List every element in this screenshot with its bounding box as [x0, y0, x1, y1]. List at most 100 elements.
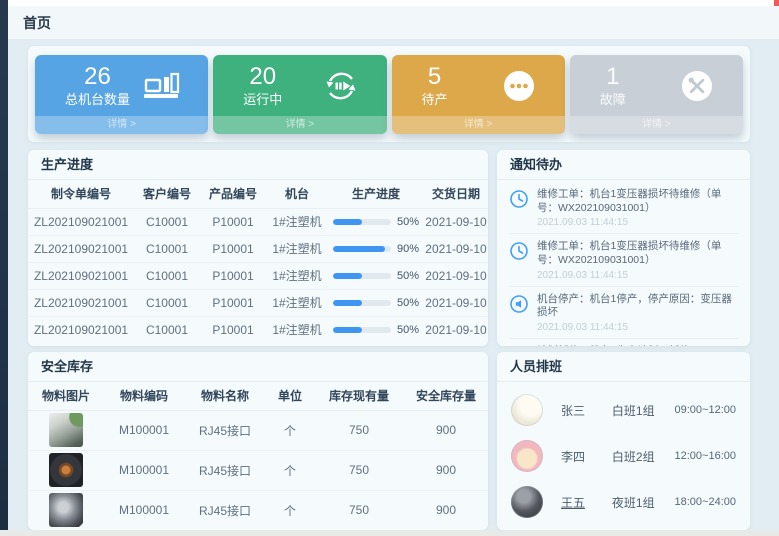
cell-due-date: 2021-09-10: [424, 208, 488, 235]
cell-material-name: RJ45接口: [184, 450, 266, 490]
card-detail-link[interactable]: 详情 >: [213, 116, 386, 134]
material-image-speaker: [49, 453, 83, 487]
safety-stock-panel: 安全库存 物料图片 物料编码 物料名称 单位 库存现有量 安全库存量 M1000…: [28, 352, 488, 530]
column-header: 库存现有量: [314, 382, 404, 410]
tools-icon: [677, 69, 717, 103]
progress-track: [333, 300, 391, 306]
cell-stock-qty: 750: [314, 450, 404, 490]
column-header: 物料图片: [28, 382, 104, 410]
table-header-row: 制令单编号 客户编号 产品编号 机台 生产进度 交货日期: [28, 180, 488, 208]
avatar: [511, 440, 543, 472]
card-running[interactable]: 20 运行中 详情 >: [213, 55, 386, 134]
notification-item[interactable]: 计划暂停：机台1生产计划已暂停 2021.09.03 11:44:15: [509, 339, 738, 346]
progress-bar: [333, 327, 362, 333]
cell-machine: 1#注塑机: [266, 262, 328, 289]
column-header: 客户编号: [134, 180, 200, 208]
cell-machine: 1#注塑机: [266, 289, 328, 316]
card-label: 待产: [422, 91, 448, 109]
card-pending[interactable]: 5 待产 详情 >: [392, 55, 565, 134]
notification-time: 2021.09.03 11:44:15: [537, 217, 738, 228]
card-total-machines[interactable]: 26 总机台数量 详情 >: [35, 55, 208, 134]
progress-track: [333, 327, 391, 333]
panel-title: 通知待办: [497, 150, 750, 180]
material-image-speaker: [49, 493, 83, 527]
column-header: 产品编号: [200, 180, 266, 208]
card-detail-link[interactable]: 详情 >: [570, 116, 743, 134]
panel-title: 安全库存: [28, 352, 488, 382]
personnel-schedule-panel: 人员排班 张三 白班1组 09:00~12:00 李四 白班2组 12:00~1…: [497, 352, 750, 530]
card-detail-link[interactable]: 详情 >: [392, 116, 565, 134]
material-image-rj45: [49, 413, 83, 447]
card-fault[interactable]: 1 故障 详情 >: [570, 55, 743, 134]
card-value: 5: [422, 63, 448, 91]
stat-cards-panel: 26 总机台数量 详情 > 20 运行中: [28, 46, 750, 142]
cell-unit: 个: [266, 410, 314, 450]
column-header: 交货日期: [424, 180, 488, 208]
table-row: ZL202109021001 C10001 P10001 1#注塑机 50% 2…: [28, 289, 488, 316]
cell-order-no: ZL202109021001: [28, 262, 134, 289]
header-bar: 首页: [8, 6, 779, 40]
cell-product: P10001: [200, 235, 266, 262]
progress-bar: [333, 273, 362, 279]
person-name: 张三: [561, 402, 612, 419]
notification-item[interactable]: 机台停产：机台1停产，停产原因：变压器损坏 2021.09.03 11:44:1…: [509, 287, 738, 339]
cell-product: P10001: [200, 262, 266, 289]
card-value: 26: [65, 63, 130, 91]
shift-time: 09:00~12:00: [675, 404, 736, 416]
speaker-icon: [509, 345, 529, 346]
cell-due-date: 2021-09-10: [424, 235, 488, 262]
progress-label: 50%: [397, 297, 419, 309]
shift-label: 白班2组: [612, 448, 675, 465]
cell-machine: 1#注塑机: [266, 235, 328, 262]
cell-safety-qty: 900: [404, 410, 488, 450]
table-row: M100001 RJ45接口 个 750 900: [28, 490, 488, 530]
person-name: 李四: [561, 448, 612, 465]
cell-unit: 个: [266, 450, 314, 490]
clock-icon: [509, 188, 529, 228]
progress-label: 90%: [397, 243, 419, 255]
cell-customer: C10001: [134, 208, 200, 235]
table-row: ZL202109021001 C10001 P10001 1#注塑机 50% 2…: [28, 208, 488, 235]
card-label: 总机台数量: [65, 91, 130, 109]
table-header-row: 物料图片 物料编码 物料名称 单位 库存现有量 安全库存量: [28, 382, 488, 410]
notification-time: 2021.09.03 11:44:15: [537, 322, 738, 333]
schedule-row: 王五 夜班1组 18:00~24:00: [511, 479, 736, 525]
card-value: 1: [600, 63, 626, 91]
progress-bar: [333, 246, 385, 252]
shift-time: 12:00~16:00: [675, 450, 736, 462]
cell-machine: 1#注塑机: [266, 208, 328, 235]
card-label: 故障: [600, 91, 626, 109]
machine-icon: [142, 69, 182, 103]
production-table: 制令单编号 客户编号 产品编号 机台 生产进度 交货日期 ZL202109021…: [28, 180, 488, 343]
panel-title: 生产进度: [28, 150, 488, 180]
progress-track: [333, 273, 391, 279]
cell-customer: C10001: [134, 316, 200, 343]
column-header: 机台: [266, 180, 328, 208]
schedule-row: 张三 白班1组 09:00~12:00: [511, 387, 736, 433]
cell-safety-qty: 900: [404, 450, 488, 490]
notification-text: 计划暂停：机台1生产计划已暂停: [537, 345, 690, 346]
inventory-table: 物料图片 物料编码 物料名称 单位 库存现有量 安全库存量 M100001 RJ…: [28, 382, 488, 530]
notification-item[interactable]: 维修工单：机台1变压器损坏待维修（单号：WX202109031001） 2021…: [509, 234, 738, 286]
column-header: 物料编码: [104, 382, 184, 410]
column-header: 制令单编号: [28, 180, 134, 208]
ellipsis-icon: [499, 69, 539, 103]
cell-product: P10001: [200, 316, 266, 343]
cell-product: P10001: [200, 208, 266, 235]
cell-customer: C10001: [134, 289, 200, 316]
table-row: ZL202109021001 C10001 P10001 1#注塑机 50% 2…: [28, 262, 488, 289]
card-detail-link[interactable]: 详情 >: [35, 116, 208, 134]
running-icon: [321, 69, 361, 103]
column-header: 单位: [266, 382, 314, 410]
notification-text: 维修工单：机台1变压器损坏待维修（单号：WX202109031001）: [537, 188, 738, 215]
page-title[interactable]: 首页: [23, 13, 51, 33]
column-header: 物料名称: [184, 382, 266, 410]
cell-material-code: M100001: [104, 410, 184, 450]
schedule-row: 李四 白班2组 12:00~16:00: [511, 433, 736, 479]
notification-item[interactable]: 维修工单：机台1变压器损坏待维修（单号：WX202109031001） 2021…: [509, 182, 738, 234]
cell-stock-qty: 750: [314, 410, 404, 450]
cell-stock-qty: 750: [314, 490, 404, 530]
table-row: ZL202109021001 C10001 P10001 1#注塑机 90% 2…: [28, 235, 488, 262]
shift-time: 18:00~24:00: [675, 496, 736, 508]
notification-text: 机台停产：机台1停产，停产原因：变压器损坏: [537, 293, 738, 320]
